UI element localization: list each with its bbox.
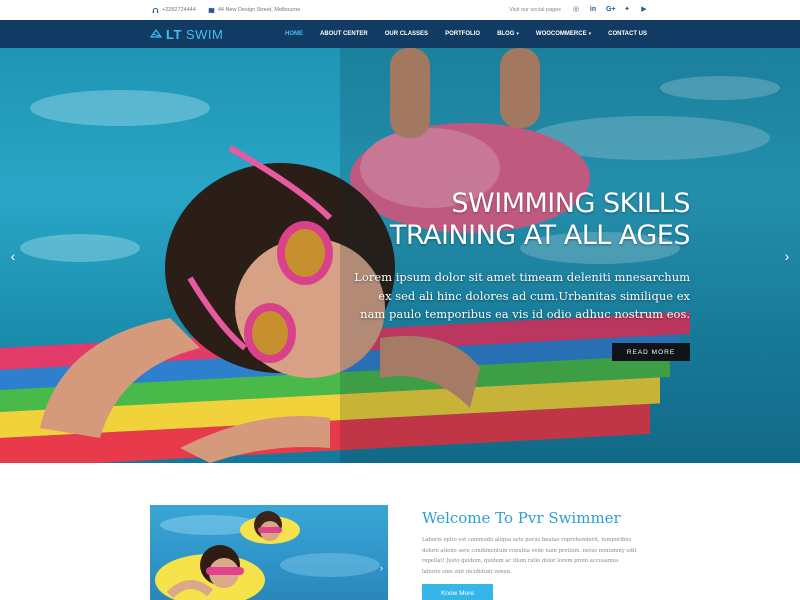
welcome-photo: › xyxy=(150,505,388,600)
address-text: 44 New Design Street, Melbourne xyxy=(217,7,301,13)
google-plus-icon[interactable]: G+ xyxy=(606,6,616,14)
photo-next-arrow-icon[interactable]: › xyxy=(380,563,383,573)
know-more-button[interactable]: Know More xyxy=(422,584,493,600)
welcome-description: Laboris optio est commodo aliqua sete po… xyxy=(422,537,637,575)
nav-our-classes[interactable]: OUR CLASSES xyxy=(385,31,428,37)
headset-icon xyxy=(152,7,159,13)
read-more-button[interactable]: READ MORE xyxy=(612,343,690,361)
logo-text-lt: LT xyxy=(166,26,182,42)
top-bar: +2282724444 44 New Design Street, Melbou… xyxy=(0,0,800,20)
hero-slider: SWIMMING SKILLS TRAINING AT ALL AGES Lor… xyxy=(0,48,800,463)
map-icon xyxy=(208,7,215,13)
hero-title-line-1: SWIMMING SKILLS xyxy=(451,188,690,219)
hero-background-image xyxy=(0,48,800,463)
instagram-icon[interactable]: ◎ xyxy=(572,6,580,14)
nav-about-label: ABOUT CENTER xyxy=(320,31,368,37)
nav-woocommerce[interactable]: WOOCOMMERCE ▾ xyxy=(536,31,591,37)
kids-swimming-image xyxy=(155,511,380,600)
social-links: Visit our social pages ◎ in G+ ✦ ▶ xyxy=(509,0,648,20)
hero-title: SWIMMING SKILLS TRAINING AT ALL AGES xyxy=(389,188,691,252)
chevron-down-icon: ▾ xyxy=(588,31,592,37)
nav-contact-label: CONTACT US xyxy=(608,31,647,37)
nav-contact-us[interactable]: CONTACT US xyxy=(608,31,647,37)
main-navbar: LT SWIM HOME ABOUT CENTER OUR CLASSES PO… xyxy=(0,20,800,48)
logo-text-swim: SWIM xyxy=(185,26,224,42)
hero-title-line-2: TRAINING AT ALL AGES xyxy=(389,220,691,251)
nav-blog-label: BLOG xyxy=(497,31,515,37)
youtube-icon[interactable]: ▶ xyxy=(640,6,648,14)
linkedin-icon[interactable]: in xyxy=(589,6,597,14)
contact-info: +2282724444 44 New Design Street, Melbou… xyxy=(152,0,300,20)
site-logo[interactable]: LT SWIM xyxy=(150,20,223,48)
welcome-section: › Welcome To Pvr Swimmer Laboris optio e… xyxy=(0,463,800,600)
chevron-down-icon: ▾ xyxy=(516,31,519,37)
nav-blog[interactable]: BLOG ▾ xyxy=(497,31,519,37)
social-label: Visit our social pages xyxy=(509,7,561,13)
nav-woocommerce-label: WOOCOMMERCE xyxy=(535,31,587,37)
nav-about-center[interactable]: ABOUT CENTER xyxy=(320,31,368,37)
nav-portfolio-label: PORTFOLIO xyxy=(445,31,481,37)
swimmer-logo-icon xyxy=(150,29,162,38)
address-contact: 44 New Design Street, Melbourne xyxy=(208,7,301,14)
nav-classes-label: OUR CLASSES xyxy=(384,31,429,37)
welcome-title: Welcome To Pvr Swimmer xyxy=(422,509,621,527)
twitter-icon[interactable]: ✦ xyxy=(623,6,631,14)
nav-portfolio[interactable]: PORTFOLIO xyxy=(445,31,480,37)
nav-menu: HOME ABOUT CENTER OUR CLASSES PORTFOLIO … xyxy=(285,20,647,48)
nav-home-label: HOME xyxy=(285,31,304,37)
slider-next-arrow-icon[interactable]: › xyxy=(781,248,793,264)
slider-prev-arrow-icon[interactable]: ‹ xyxy=(7,248,19,264)
phone-number: +2282724444 xyxy=(162,7,196,13)
phone-contact[interactable]: +2282724444 xyxy=(152,7,196,14)
hero-description: Lorem ipsum dolor sit amet timeam deleni… xyxy=(354,270,690,321)
nav-home[interactable]: HOME xyxy=(285,31,303,37)
